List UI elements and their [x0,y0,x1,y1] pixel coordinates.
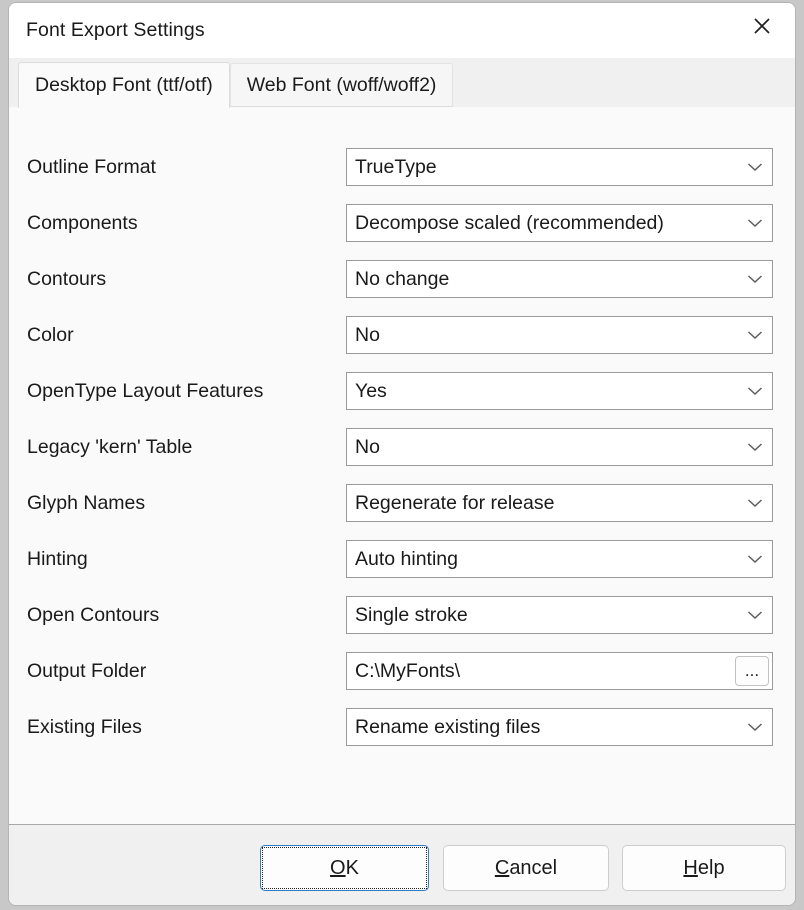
label-color: Color [27,323,74,346]
row-hinting: Hinting Auto hinting [9,540,795,596]
label-open-contours: Open Contours [27,603,160,626]
row-outline-format: Outline Format TrueType [9,148,795,204]
label-components: Components [27,211,138,234]
chevron-down-icon [738,274,772,284]
cancel-button[interactable]: Cancel [443,845,609,891]
label-hinting: Hinting [27,547,88,570]
dropdown-legacy-kern-table-value: No [355,435,380,458]
chevron-down-icon [738,722,772,732]
label-opentype-layout-features: OpenType Layout Features [27,379,264,402]
dropdown-glyph-names[interactable]: Regenerate for release [346,484,773,522]
ok-button-label: K [345,856,359,879]
chevron-down-icon [738,442,772,452]
dropdown-outline-format[interactable]: TrueType [346,148,773,186]
label-outline-format: Outline Format [27,155,156,178]
help-button-label: elp [697,856,725,879]
row-color: Color No [9,316,795,372]
chevron-down-icon [738,386,772,396]
tab-desktop-font[interactable]: Desktop Font (ttf/otf) [18,62,230,108]
ok-button[interactable]: OK [260,845,429,891]
font-export-settings-dialog: Font Export Settings Desktop Font (ttf/o… [8,2,796,906]
dropdown-open-contours[interactable]: Single stroke [346,596,773,634]
label-glyph-names: Glyph Names [27,491,146,514]
dropdown-outline-format-value: TrueType [355,155,437,178]
chevron-down-icon [738,162,772,172]
dropdown-opentype-layout-features-value: Yes [355,379,387,402]
row-legacy-kern-table: Legacy 'kern' Table No [9,428,795,484]
output-folder-input[interactable]: C:\MyFonts\ [347,660,735,683]
row-components: Components Decompose scaled (recommended… [9,204,795,260]
title-bar: Font Export Settings [9,3,795,58]
dropdown-legacy-kern-table[interactable]: No [346,428,773,466]
dropdown-existing-files-value: Rename existing files [355,715,541,738]
row-existing-files: Existing Files Rename existing files [9,708,795,764]
row-output-folder: Output Folder C:\MyFonts\ ... [9,652,795,708]
dropdown-components[interactable]: Decompose scaled (recommended) [346,204,773,242]
chevron-down-icon [738,610,772,620]
settings-rows: Outline Format TrueType Components Decom… [9,148,795,764]
output-folder-field[interactable]: C:\MyFonts\ ... [346,652,773,690]
label-output-folder: Output Folder [27,659,147,682]
label-existing-files: Existing Files [27,715,142,738]
dropdown-open-contours-value: Single stroke [355,603,468,626]
ok-button-accelerator: O [330,856,346,879]
close-button[interactable] [735,3,789,49]
row-opentype-layout-features: OpenType Layout Features Yes [9,372,795,428]
tab-desktop-font-label: Desktop Font (ttf/otf) [35,74,213,96]
dropdown-hinting-value: Auto hinting [355,547,458,570]
tab-bar: Desktop Font (ttf/otf) Web Font (woff/wo… [9,58,795,108]
label-legacy-kern-table: Legacy 'kern' Table [27,435,193,458]
dropdown-contours[interactable]: No change [346,260,773,298]
dropdown-glyph-names-value: Regenerate for release [355,491,555,514]
row-glyph-names: Glyph Names Regenerate for release [9,484,795,540]
tab-web-font-label: Web Font (woff/woff2) [246,73,437,96]
dropdown-hinting[interactable]: Auto hinting [346,540,773,578]
dropdown-existing-files[interactable]: Rename existing files [346,708,773,746]
dropdown-color-value: No [355,323,380,346]
dropdown-contours-value: No change [355,267,450,290]
dropdown-components-value: Decompose scaled (recommended) [355,211,664,234]
help-button[interactable]: Help [622,845,786,891]
chevron-down-icon [738,218,772,228]
tab-web-font[interactable]: Web Font (woff/woff2) [229,63,454,107]
page-title: Font Export Settings [26,19,205,41]
dialog-button-bar: OK Cancel Help [9,824,795,905]
row-contours: Contours No change [9,260,795,316]
close-icon [752,16,772,36]
dropdown-color[interactable]: No [346,316,773,354]
chevron-down-icon [738,330,772,340]
help-button-accelerator: H [683,856,698,879]
chevron-down-icon [738,498,772,508]
dropdown-opentype-layout-features[interactable]: Yes [346,372,773,410]
row-open-contours: Open Contours Single stroke [9,596,795,652]
label-contours: Contours [27,267,107,290]
settings-panel: Outline Format TrueType Components Decom… [9,107,795,824]
cancel-button-label: ancel [509,856,558,879]
cancel-button-accelerator: C [494,856,510,879]
chevron-down-icon [738,554,772,564]
browse-folder-button[interactable]: ... [735,656,769,686]
